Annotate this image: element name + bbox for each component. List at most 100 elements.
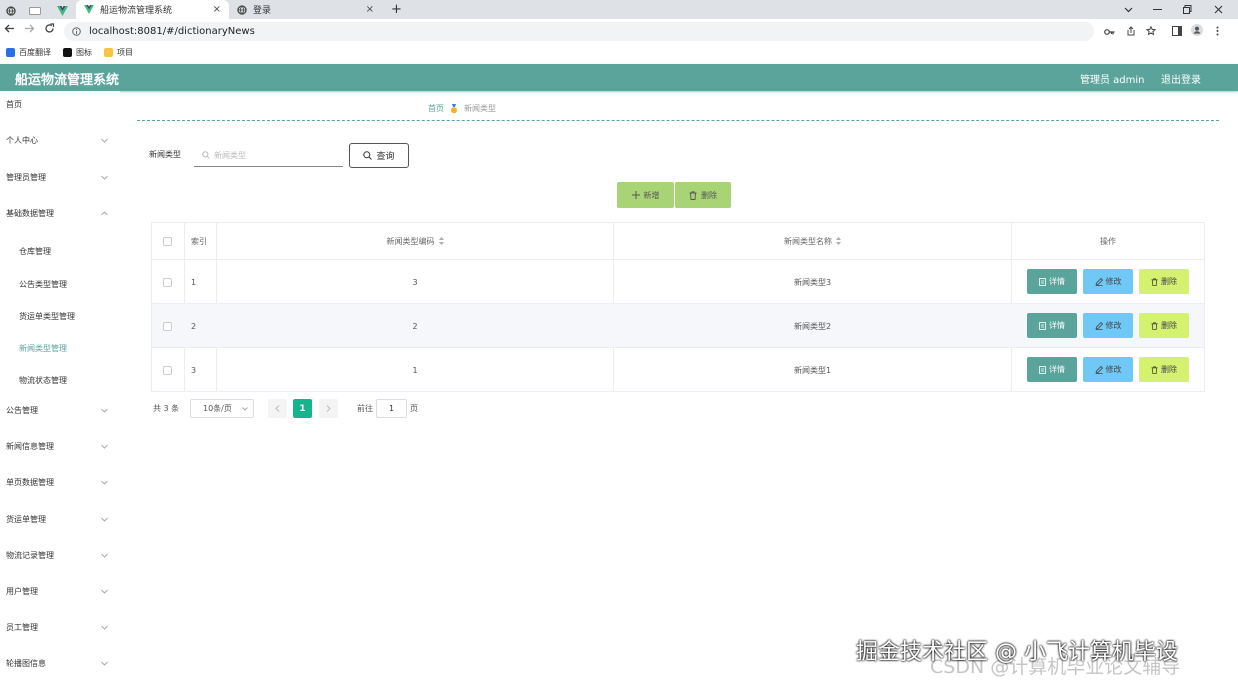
browser-globe-icon[interactable] [4,2,18,19]
back-arrow-icon[interactable] [4,23,15,37]
chevron-left-icon [275,405,280,412]
translate-icon [6,48,15,57]
key-icon[interactable] [1104,25,1115,39]
delete-label: 删除 [1161,365,1177,374]
side-panel-icon[interactable] [1172,25,1182,39]
header-code[interactable]: 新闻类型编码 [217,223,613,259]
edit-button[interactable]: 修改 [1083,357,1133,382]
search-label: 新闻类型 [149,150,181,159]
search-button-label: 查询 [376,152,395,162]
delete-button[interactable]: 删除 [1139,357,1189,382]
browser-pinned-tab-icon[interactable] [27,2,43,19]
edit-label: 修改 [1105,321,1122,330]
detail-label: 详情 [1049,365,1065,374]
minimize-icon[interactable] [1153,0,1162,19]
detail-button[interactable]: 详情 [1027,357,1077,382]
row-checkbox[interactable] [163,260,172,304]
tab-close-icon[interactable]: × [366,4,374,15]
chevron-down-icon [242,407,248,411]
tab-title: 登录 [253,6,272,16]
select-all-checkbox[interactable] [163,223,172,259]
url-field[interactable]: localhost:8081/#/dictionaryNews [64,22,1094,41]
sidebar-item-label: 个人中心 [6,135,38,145]
edit-button[interactable]: 修改 [1083,313,1133,338]
sidebar-item-label: 新闻信息管理 [6,441,54,451]
breadcrumb-home[interactable]: 首页 [428,103,444,114]
bookmark-label: 图标 [76,48,92,57]
new-tab-button[interactable]: + [391,0,402,19]
sidebar-item-label: 公告管理 [6,405,38,415]
header-code-label: 新闻类型编码 [386,236,435,246]
tab-close-icon[interactable]: × [213,4,221,15]
batch-delete-button[interactable]: 删除 [675,182,731,208]
chevron-down-icon [101,517,108,522]
edit-label: 修改 [1105,365,1122,374]
delete-button[interactable]: 删除 [1139,313,1189,338]
detail-button[interactable]: 详情 [1027,269,1077,294]
cell-code: 2 [412,321,418,331]
star-icon[interactable] [1145,25,1157,39]
breadcrumb-divider [137,120,1219,121]
sidebar-subitem-notice-type[interactable]: 公告类型管理 [19,279,67,290]
close-window-icon[interactable] [1214,0,1223,19]
restore-icon[interactable] [1183,0,1192,19]
trash-icon [1151,321,1158,330]
forward-arrow-icon[interactable] [24,23,35,37]
reload-icon[interactable] [44,23,55,37]
page-size-select[interactable]: 10条/页 [190,399,254,418]
bookmark-translate[interactable]: 百度翻译 [6,47,51,58]
sidebar-item-label: 首页 [6,99,22,109]
detail-button[interactable]: 详情 [1027,313,1077,338]
cell-name: 新闻类型1 [793,365,832,375]
profile-avatar-icon[interactable] [1191,24,1203,39]
chevron-down-icon [101,553,108,558]
chevron-down-icon [101,408,108,413]
sidebar-item-label: 员工管理 [6,622,38,632]
document-icon [1039,365,1046,374]
sidebar: 首页 个人中心 管理员管理 基础数据管理 仓库管理 公告类型管理 货运单类型管理… [0,91,120,685]
row-checkbox[interactable] [163,348,172,392]
search-field-wrapper [194,144,343,167]
chevron-down-icon [101,589,108,594]
prev-page-button[interactable] [268,399,287,418]
breadcrumb: 首页 新闻类型 [428,103,496,114]
page-number-current[interactable]: 1 [293,399,312,418]
tab-search-icon[interactable] [1124,0,1133,19]
info-icon[interactable] [72,27,81,36]
pencil-icon [1094,321,1103,330]
tab-login[interactable]: 登录 × [229,0,382,19]
cell-code: 3 [412,277,418,287]
delete-button[interactable]: 删除 [1139,269,1189,294]
goto-page-input[interactable]: 1 [376,399,407,418]
row-checkbox[interactable] [163,304,172,348]
bookmark-icons[interactable]: 图标 [63,47,92,58]
header-index: 索引 [191,236,207,246]
sidebar-subitem-waybill-type[interactable]: 货运单类型管理 [19,311,75,322]
pencil-icon [1094,365,1103,374]
cell-code: 1 [412,365,418,375]
watermark-juejin: 掘金技术社区 @ 小飞计算机毕设 [856,640,1178,665]
search-icon [202,151,210,159]
tab-app[interactable]: 船运物流管理系统 × [76,0,229,19]
logout-link[interactable]: 退出登录 [1161,71,1201,86]
vue-logo-icon [84,5,94,14]
sidebar-subitem-news-type[interactable]: 新闻类型管理 [19,343,67,354]
search-input[interactable] [214,150,334,160]
vue-logo-icon[interactable] [55,2,69,19]
edit-button[interactable]: 修改 [1083,269,1133,294]
sidebar-subitem-logistics-status[interactable]: 物流状态管理 [19,375,67,386]
detail-label: 详情 [1049,321,1065,330]
share-icon[interactable] [1126,25,1136,39]
bookmark-project-folder[interactable]: 项目 [104,47,133,58]
more-menu-icon[interactable] [1216,25,1219,39]
trash-icon [1151,277,1158,286]
tab-title: 船运物流管理系统 [100,6,173,16]
add-button[interactable]: 新增 [617,182,674,208]
sidebar-item-label: 基础数据管理 [6,208,54,218]
search-button[interactable]: 查询 [349,143,409,168]
chevron-right-icon [326,405,331,412]
sidebar-subitem-warehouse[interactable]: 仓库管理 [19,246,51,257]
sidebar-item-label: 轮播图信息 [6,658,46,668]
header-name[interactable]: 新闻类型名称 [614,223,1011,259]
next-page-button[interactable] [319,399,338,418]
